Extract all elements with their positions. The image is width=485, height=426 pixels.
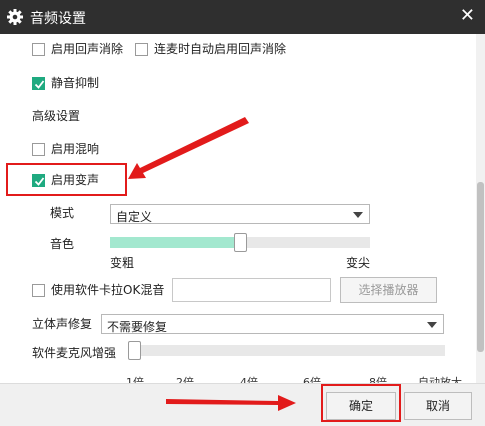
- arrow-icon: [166, 395, 296, 411]
- annotation-arrows: [128, 117, 296, 411]
- audio-settings-window: 音频设置 ✕ 启用回声消除 连麦时自动启用回声消除 静音抑制 高级设置 启用混响…: [0, 0, 485, 426]
- arrow-icon: [128, 117, 249, 179]
